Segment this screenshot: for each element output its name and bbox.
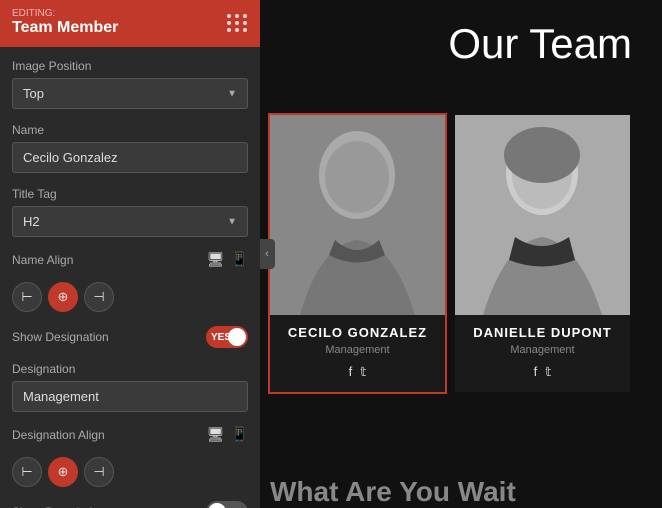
- danielle-facebook-icon[interactable]: f: [534, 364, 538, 380]
- team-card-danielle-designation: Management: [455, 344, 630, 356]
- designation-align-center-button[interactable]: ⊕: [48, 457, 78, 487]
- designation-mobile-icon[interactable]: 📱: [231, 426, 248, 443]
- right-panel: Our Team ‹ CECILO GONZALEZ Manageme: [260, 0, 662, 508]
- name-align-row: Name Align 🖥 📱: [12, 251, 248, 268]
- team-card-danielle[interactable]: DANIELLE DUPONT Management f 𝕥: [455, 115, 630, 392]
- dots-grid-icon[interactable]: [227, 14, 248, 32]
- team-card-cecilo-designation: Management: [270, 344, 445, 356]
- name-align-left-button[interactable]: ⊢: [12, 282, 42, 312]
- title-tag-group: Title Tag H1 H2 H3 H4 ▼: [12, 187, 248, 237]
- desktop-icon[interactable]: 🖥: [207, 251, 225, 268]
- title-tag-label: Title Tag: [12, 187, 248, 201]
- name-align-right-button[interactable]: ⊣: [84, 282, 114, 312]
- widget-title: Team Member: [12, 19, 118, 37]
- panel-header: EDITING: Team Member: [0, 0, 260, 47]
- team-card-cecilo-social: f 𝕥: [270, 364, 445, 380]
- team-card-cecilo[interactable]: CECILO GONZALEZ Management f 𝕥: [270, 115, 445, 392]
- description-toggle-knob: [208, 503, 226, 508]
- title-tag-select-wrapper: H1 H2 H3 H4 ▼: [12, 206, 248, 237]
- left-panel: EDITING: Team Member Image Position Top …: [0, 0, 260, 508]
- device-icons: 🖥 📱: [207, 251, 248, 268]
- our-team-title: Our Team: [448, 20, 632, 68]
- mobile-icon[interactable]: 📱: [231, 251, 248, 268]
- team-card-danielle-social: f 𝕥: [455, 364, 630, 380]
- team-card-cecilo-name: CECILO GONZALEZ: [270, 325, 445, 340]
- image-position-label: Image Position: [12, 59, 248, 73]
- title-tag-select[interactable]: H1 H2 H3 H4: [13, 207, 247, 236]
- danielle-twitter-icon[interactable]: 𝕥: [545, 364, 551, 380]
- show-designation-row: Show Designation YES: [12, 326, 248, 348]
- name-align-label: Name Align: [12, 253, 199, 267]
- designation-align-row: Designation Align 🖥 📱: [12, 426, 248, 443]
- team-card-danielle-name: DANIELLE DUPONT: [455, 325, 630, 340]
- facebook-icon[interactable]: f: [349, 364, 353, 380]
- team-cards-container: CECILO GONZALEZ Management f 𝕥: [270, 115, 630, 392]
- name-group: Name: [12, 123, 248, 173]
- designation-align-label: Designation Align: [12, 428, 199, 442]
- designation-align-right-button[interactable]: ⊣: [84, 457, 114, 487]
- show-designation-label: Show Designation: [12, 330, 206, 344]
- designation-group: Designation: [12, 362, 248, 412]
- designation-desktop-icon[interactable]: 🖥: [207, 426, 225, 443]
- bottom-text: What Are You Wait: [270, 476, 516, 508]
- name-align-buttons: ⊢ ⊕ ⊣: [12, 282, 248, 312]
- name-input[interactable]: [12, 142, 248, 173]
- panel-body: Image Position Top Left Right Bottom ▼ N…: [0, 47, 260, 508]
- team-card-cecilo-image: [270, 115, 445, 315]
- show-designation-toggle[interactable]: YES: [206, 326, 248, 348]
- designation-device-icons: 🖥 📱: [207, 426, 248, 443]
- name-label: Name: [12, 123, 248, 137]
- designation-align-buttons: ⊢ ⊕ ⊣: [12, 457, 248, 487]
- collapse-panel-button[interactable]: ‹: [260, 239, 275, 269]
- editing-label: EDITING:: [12, 8, 118, 19]
- toggle-knob: [228, 328, 246, 346]
- designation-align-left-button[interactable]: ⊢: [12, 457, 42, 487]
- designation-label: Designation: [12, 362, 248, 376]
- image-position-group: Image Position Top Left Right Bottom ▼: [12, 59, 248, 109]
- image-position-select[interactable]: Top Left Right Bottom: [13, 79, 247, 108]
- team-card-danielle-image: [455, 115, 630, 315]
- twitter-icon[interactable]: 𝕥: [360, 364, 366, 380]
- designation-input[interactable]: [12, 381, 248, 412]
- show-description-row: Show Description NO: [12, 501, 248, 508]
- panel-header-text: EDITING: Team Member: [12, 8, 118, 37]
- image-position-select-wrapper: Top Left Right Bottom ▼: [12, 78, 248, 109]
- name-align-center-button[interactable]: ⊕: [48, 282, 78, 312]
- show-description-toggle[interactable]: NO: [206, 501, 248, 508]
